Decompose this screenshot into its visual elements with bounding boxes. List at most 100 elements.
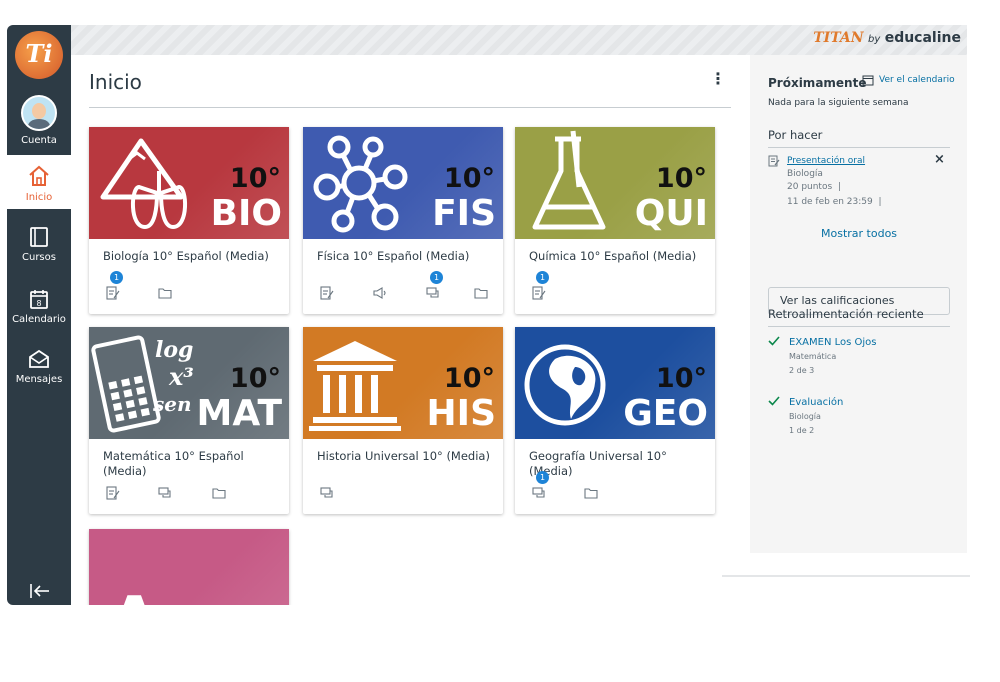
todo-item-due: 11 de feb en 23:59 | xyxy=(787,197,882,207)
show-all-link[interactable]: Mostrar todos xyxy=(821,227,897,240)
course-discussion-button[interactable] xyxy=(157,485,173,501)
unread-badge: 1 xyxy=(536,271,549,284)
course-folder-button[interactable] xyxy=(211,485,227,501)
discussion-icon xyxy=(426,287,439,298)
course-code: MAT xyxy=(196,393,282,434)
course-card[interactable]: 10° BIO Biología 10° Español (Media) 1 xyxy=(89,127,289,314)
nav-item-label: Calendario xyxy=(12,314,66,325)
announcement-icon xyxy=(373,287,386,299)
feedback-item-title[interactable]: EXAMEN Los Ojos xyxy=(789,337,877,348)
folder-icon xyxy=(158,288,172,299)
todo-item-course: Biología xyxy=(787,169,823,179)
course-assignment-button[interactable]: 1 xyxy=(531,271,549,301)
assignment-icon xyxy=(320,286,334,300)
assignment-icon xyxy=(106,486,120,500)
course-card-image[interactable]: 10° QUI xyxy=(515,127,715,239)
todo-item-points: 20 puntos | xyxy=(787,182,841,192)
course-folder-button[interactable] xyxy=(157,285,173,301)
kebab-icon[interactable]: ⋮ xyxy=(710,71,726,87)
view-calendar-link[interactable]: Ver el calendario xyxy=(879,75,955,85)
todo-item-title[interactable]: Presentación oral xyxy=(787,156,865,166)
course-discussion-button[interactable]: 1 xyxy=(531,471,549,501)
course-grade: 10° xyxy=(655,163,707,194)
course-card-image[interactable]: 10° HIS xyxy=(303,327,503,439)
check-icon xyxy=(768,396,780,406)
folder-icon xyxy=(474,288,488,299)
book-icon xyxy=(30,227,48,247)
todo-due-text: 11 de feb en 23:59 xyxy=(787,197,873,207)
brand-by: by xyxy=(867,34,881,45)
nav-item-account[interactable]: Cuenta xyxy=(7,95,71,147)
course-card-image[interactable]: log x³ sen 10° MAT xyxy=(89,327,289,439)
nav-item-label: Inicio xyxy=(25,192,53,203)
svg-text:8: 8 xyxy=(36,299,41,308)
calendar-small-icon[interactable] xyxy=(862,74,874,86)
course-assignment-button[interactable]: 1 xyxy=(105,271,123,301)
course-card[interactable]: 10° FIS Física 10° Español (Media) 1 xyxy=(303,127,503,314)
course-card[interactable]: 10° GEO Geografía Universal 10° (Media) 1 xyxy=(515,327,715,514)
unread-badge: 1 xyxy=(536,471,549,484)
upcoming-empty-text: Nada para la siguiente semana xyxy=(768,98,909,108)
nav-item-home[interactable]: Inicio xyxy=(7,155,71,209)
course-title[interactable]: Biología 10° Español (Media) xyxy=(103,249,279,264)
unread-badge: 1 xyxy=(110,271,123,284)
course-card[interactable]: 10° HIS Historia Universal 10° (Media) xyxy=(303,327,503,514)
todo-separator: | xyxy=(878,197,882,207)
nav-item-courses[interactable]: Cursos xyxy=(7,225,71,271)
feedback-title: Retroalimentación reciente xyxy=(768,307,924,321)
discussion-icon xyxy=(158,487,171,498)
course-assignment-button[interactable] xyxy=(105,485,121,501)
inbox-icon xyxy=(29,349,49,368)
todo-divider xyxy=(768,147,950,148)
course-grade: 10° xyxy=(229,363,281,394)
course-code: GEO xyxy=(623,393,708,434)
home-icon xyxy=(29,165,49,186)
course-title[interactable]: Historia Universal 10° (Media) xyxy=(317,449,493,464)
course-title[interactable]: Geografía Universal 10° (Media) xyxy=(529,449,705,479)
nav-item-inbox[interactable]: Mensajes xyxy=(7,347,71,393)
logo-text: Ti xyxy=(25,39,53,68)
feedback-item-course: Biología xyxy=(789,412,821,421)
unread-badge: 1 xyxy=(430,271,443,284)
course-grade: 10° xyxy=(443,363,495,394)
todo-separator: | xyxy=(837,182,841,192)
course-title[interactable]: Matemática 10° Español (Media) xyxy=(103,449,279,479)
feedback-item-title[interactable]: Evaluación xyxy=(789,397,843,408)
course-title[interactable]: Química 10° Español (Media) xyxy=(529,249,705,264)
svg-text:A: A xyxy=(111,584,158,605)
svg-text:sen: sen xyxy=(152,392,192,416)
global-navigation: Ti Cuenta Inicio Cursos 8 Calendario Men… xyxy=(7,25,71,605)
assignment-icon xyxy=(768,155,780,167)
course-card-image[interactable]: 10° GEO xyxy=(515,327,715,439)
course-card-image[interactable]: 10° BIO xyxy=(89,127,289,239)
feedback-divider xyxy=(768,326,950,327)
course-announcement-button[interactable] xyxy=(371,285,387,301)
course-grade: 10° xyxy=(655,363,707,394)
feedback-item-score: 1 de 2 xyxy=(789,426,815,435)
course-card[interactable]: A xyxy=(89,529,289,605)
course-title[interactable]: Física 10° Español (Media) xyxy=(317,249,493,264)
svg-text:x³: x³ xyxy=(168,362,194,391)
course-discussion-button[interactable] xyxy=(319,485,335,501)
footer-divider xyxy=(722,575,970,577)
course-card-image[interactable]: A xyxy=(89,529,289,605)
course-card-image[interactable]: 10° FIS xyxy=(303,127,503,239)
course-card[interactable]: log x³ sen 10° MAT Matemática 10° Español (Me… xyxy=(89,327,289,514)
nav-item-calendar[interactable]: 8 Calendario xyxy=(7,287,71,333)
discussion-icon xyxy=(532,487,545,498)
course-card[interactable]: 10° QUI Química 10° Español (Media) 1 xyxy=(515,127,715,314)
app-window: Ti Cuenta Inicio Cursos 8 Calendario Men… xyxy=(7,25,967,605)
titan-logo[interactable]: Ti xyxy=(15,31,63,79)
language-illustration: A xyxy=(111,584,158,605)
brand-logo: TITAN by educaline xyxy=(813,30,961,46)
course-folder-button[interactable] xyxy=(473,285,489,301)
collapse-arrow-icon[interactable] xyxy=(29,583,51,599)
header-banner: TITAN by educaline xyxy=(71,25,967,55)
course-assignment-button[interactable] xyxy=(319,285,335,301)
course-discussion-button[interactable]: 1 xyxy=(425,271,443,301)
course-grade: 10° xyxy=(229,163,281,194)
dismiss-todo-icon[interactable]: × xyxy=(934,152,945,167)
course-folder-button[interactable] xyxy=(583,485,599,501)
todo-title: Por hacer xyxy=(768,128,823,142)
upcoming-title: Próximamente xyxy=(768,76,867,90)
